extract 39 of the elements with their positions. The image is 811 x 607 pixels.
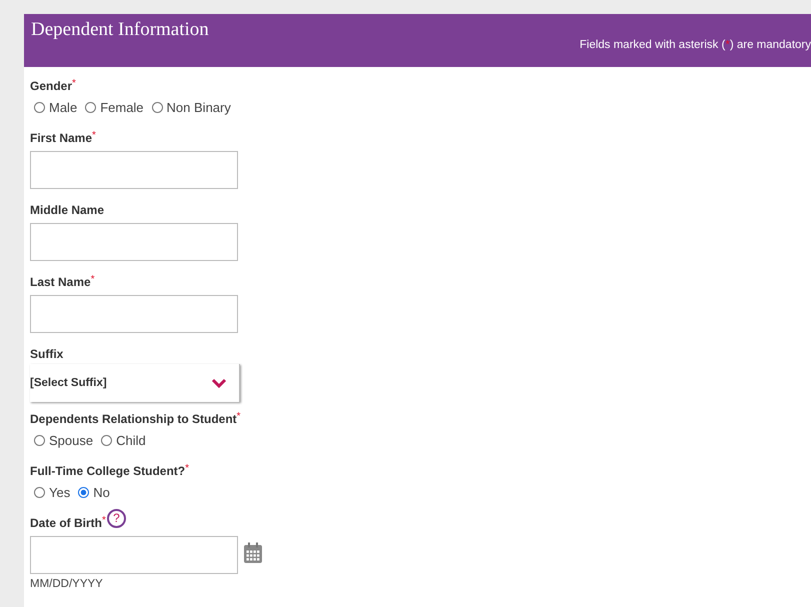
date-field[interactable] (30, 536, 238, 574)
field-label: Middle Name (30, 203, 104, 217)
required-asterisk: * (92, 130, 96, 141)
field-label: Dependents Relationship to Student (30, 412, 237, 426)
text-field[interactable] (30, 295, 238, 333)
text-field[interactable] (30, 223, 238, 261)
text-field[interactable] (30, 151, 238, 189)
form-title: Dependent Information (30, 18, 209, 41)
required-asterisk: * (236, 411, 241, 422)
help-icon[interactable]: ? (106, 508, 126, 528)
field-label: Full-Time College Student? (30, 464, 186, 478)
required-asterisk: * (102, 515, 106, 526)
radio-icon[interactable] (34, 434, 45, 446)
field-label: Date of Birth (30, 516, 102, 530)
field-label: Suffix (30, 347, 64, 361)
radio-option[interactable]: No (78, 484, 110, 500)
calendar-icon[interactable] (243, 542, 263, 564)
radio-option[interactable]: Yes (34, 484, 70, 500)
field-label: Gender (30, 79, 72, 93)
radio-icon[interactable] (85, 102, 96, 112)
radio-icon[interactable] (34, 486, 45, 498)
required-asterisk: * (185, 463, 190, 474)
radio-option[interactable]: Spouse (34, 432, 94, 448)
date-format-hint: MM/DD/YYYY (30, 578, 104, 590)
radio-icon[interactable] (34, 102, 45, 112)
radio-icon[interactable] (152, 102, 163, 112)
required-asterisk: * (72, 78, 76, 89)
radio-option[interactable]: Child (101, 432, 146, 448)
radio-icon[interactable] (78, 486, 90, 498)
radio-option[interactable]: Male (34, 100, 78, 114)
suffix-dropdown[interactable]: [Select Suffix] (30, 364, 240, 402)
field-label: First Name (30, 131, 92, 145)
radio-option[interactable]: Non Binary (152, 100, 231, 114)
field-label: Last Name (30, 275, 91, 289)
mandatory-note: Fields marked with asterisk (*) are mandatory (580, 39, 811, 51)
radio-icon[interactable] (101, 434, 112, 446)
required-asterisk: * (90, 274, 95, 285)
radio-option[interactable]: Female (85, 100, 144, 114)
chevron-down-icon (211, 378, 227, 388)
